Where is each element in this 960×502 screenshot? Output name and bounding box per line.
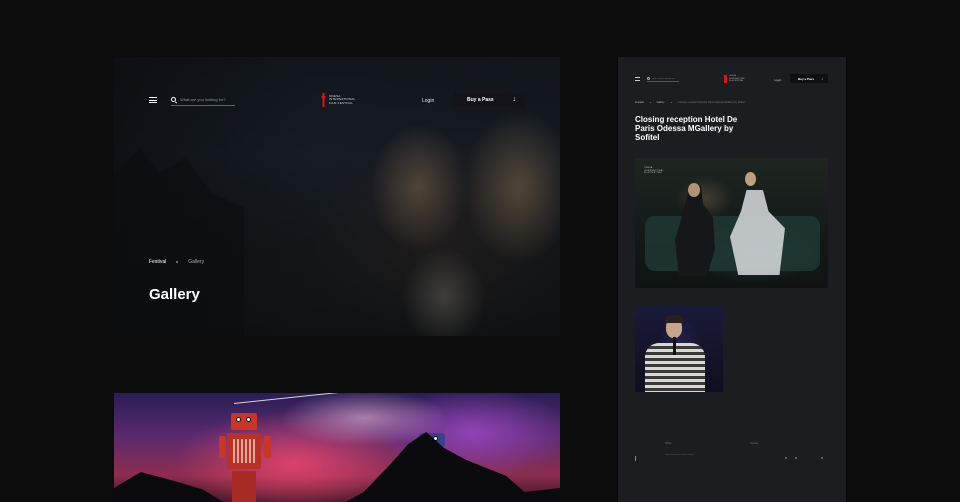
menu-icon[interactable]: [149, 97, 157, 103]
breadcrumb-gallery: Gallery: [188, 259, 205, 265]
logo-figure-icon: [724, 75, 727, 83]
footer-office-label: Office: [665, 442, 672, 445]
robot-grid: [233, 439, 255, 463]
microphone-icon: [673, 337, 676, 355]
festival-logo[interactable]: Odesa International Film Festival: [321, 93, 363, 107]
album-photo-speaker[interactable]: [635, 305, 723, 392]
robot-head: [231, 413, 257, 430]
man-head: [688, 183, 700, 197]
social-icon[interactable]: [785, 457, 787, 459]
buy-pass-label: Buy a Pass: [467, 97, 494, 103]
arrow-down-icon: ↓: [512, 96, 517, 103]
footer-logo-icon: [635, 456, 636, 461]
footer-office-text: Odesa International Film Festival: [665, 454, 695, 456]
photo-caption: Odesa International Film Festival: [644, 167, 664, 175]
breadcrumb: Festival Gallery Closing reception Hotel…: [635, 101, 745, 104]
social-icon[interactable]: [795, 457, 797, 459]
speaker-hair: [665, 315, 683, 323]
search-input[interactable]: [180, 97, 234, 102]
man-head: [745, 172, 756, 186]
arrow-down-icon: ↓: [821, 76, 823, 81]
robot-arm: [264, 436, 271, 458]
album-page: Odesa International Film Festival Login …: [618, 57, 846, 502]
crowd-silhouette: [114, 432, 560, 502]
festival-logo[interactable]: Odesa International Film Festival: [724, 75, 749, 83]
search-field[interactable]: [647, 76, 679, 82]
logo-figure-icon: [321, 93, 326, 107]
page-title: Gallery: [149, 286, 200, 303]
robot-eye: [246, 417, 251, 422]
logo-text: Odesa International Film Festival: [729, 75, 745, 83]
buy-pass-button[interactable]: Buy a Pass ↓: [790, 74, 828, 83]
social-icon[interactable]: [821, 457, 823, 459]
breadcrumb-current: Closing reception Hotel De Paris Odessa …: [677, 101, 745, 104]
breadcrumb: Festival Gallery: [149, 259, 204, 265]
breadcrumb-separator: [649, 102, 651, 103]
footer-socials-label: Socials: [750, 442, 759, 445]
page-footer: Office Odesa International Film Festival…: [635, 442, 828, 472]
search-input[interactable]: [652, 77, 679, 80]
robot-legs: [232, 471, 256, 502]
search-icon: [647, 77, 650, 80]
stage-light-beam: [233, 393, 473, 404]
showcase-canvas: Odesa International Film Festival Login …: [0, 0, 960, 502]
login-link[interactable]: Login: [422, 98, 434, 104]
man-white-shirt: [730, 190, 785, 275]
robot-figure: [219, 413, 271, 502]
breadcrumb-festival[interactable]: Festival: [635, 101, 644, 104]
search-icon: [171, 97, 176, 102]
breadcrumb-separator: [176, 261, 179, 263]
menu-icon[interactable]: [635, 77, 640, 81]
breadcrumb-gallery[interactable]: Gallery: [657, 101, 665, 104]
buy-pass-button[interactable]: Buy a Pass ↓: [454, 93, 526, 107]
album-title: Closing reception Hotel De Paris Odessa …: [635, 115, 738, 142]
robot-body: [227, 433, 261, 469]
robot-arm: [219, 436, 226, 458]
login-link[interactable]: Login: [774, 78, 781, 82]
album-photo-lounge[interactable]: Odesa International Film Festival: [635, 158, 828, 288]
logo-text: Odesa International Film Festival: [329, 93, 356, 105]
man-dark-suit: [675, 186, 715, 276]
gallery-hero: Odesa International Film Festival Login …: [114, 57, 560, 336]
robot-eye: [236, 417, 241, 422]
breadcrumb-separator: [670, 102, 672, 103]
breadcrumb-festival[interactable]: Festival: [149, 259, 166, 265]
search-field[interactable]: [171, 94, 235, 106]
buy-pass-label: Buy a Pass: [798, 77, 815, 81]
gallery-concert-photo[interactable]: [114, 393, 560, 502]
